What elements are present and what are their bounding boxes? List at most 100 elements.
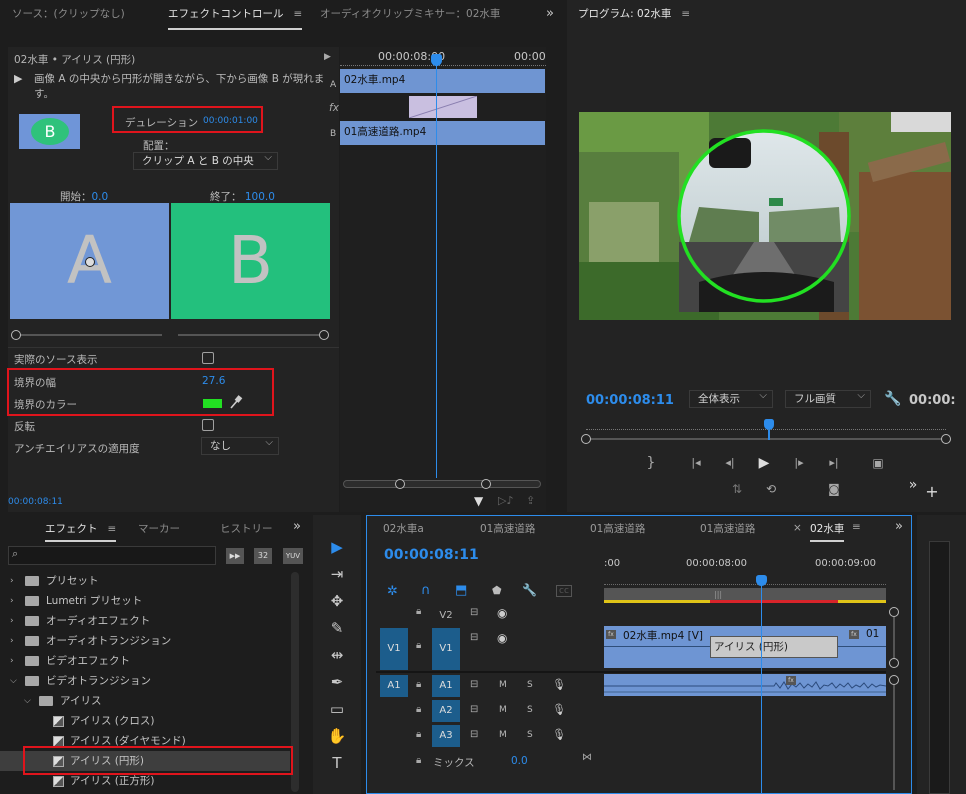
chevron-right-icon[interactable]: ›: [10, 651, 14, 671]
32bit-effects-button[interactable]: 32: [254, 548, 272, 564]
menu-icon[interactable]: ≡: [294, 0, 303, 28]
effects-tree-item[interactable]: › Lumetri プリセット: [0, 591, 290, 611]
end-slider-track[interactable]: [178, 334, 324, 336]
clip-a1[interactable]: fx: [604, 674, 886, 696]
a3-mute-button[interactable]: M: [499, 730, 507, 740]
effects-overflow-icon[interactable]: »: [293, 519, 301, 534]
v2-sync-icon[interactable]: ⊟: [470, 607, 478, 618]
transition-on-timeline[interactable]: アイリス (円形): [710, 636, 838, 658]
selection-tool-icon[interactable]: ▶: [326, 536, 348, 558]
close-tab-icon[interactable]: ×: [793, 522, 802, 534]
chevron-right-icon[interactable]: ›: [10, 591, 14, 611]
track-a3-label[interactable]: A3: [432, 725, 460, 747]
a2-lock-icon[interactable]: 🔒︎: [416, 704, 421, 715]
source-a1-patch[interactable]: A1: [380, 675, 408, 697]
insert-button[interactable]: ▣: [867, 452, 889, 474]
mix-lock-icon[interactable]: 🔒︎: [416, 755, 421, 766]
menu-icon[interactable]: ≡: [852, 521, 861, 533]
a-scroll-handle[interactable]: [889, 675, 899, 685]
camera-icon[interactable]: ◙: [823, 478, 845, 500]
a2-mic-icon[interactable]: 🎙︎: [552, 703, 566, 716]
snap-icon[interactable]: ✲: [387, 584, 398, 599]
step-forward-button[interactable]: |▸: [788, 452, 810, 474]
track-v2-label[interactable]: V2: [432, 606, 460, 626]
mark-out-button[interactable]: }: [640, 452, 662, 474]
zoom-dropdown[interactable]: 全体表示: [689, 388, 773, 408]
chevron-down-icon[interactable]: ⌵: [24, 691, 31, 711]
center-handle-icon[interactable]: [85, 257, 95, 267]
razor-tool-icon[interactable]: ✎: [326, 617, 348, 639]
chevron-right-icon[interactable]: ›: [10, 611, 14, 631]
a2-solo-button[interactable]: S: [527, 705, 533, 715]
a2-sync-icon[interactable]: ⊟: [470, 704, 478, 715]
play-audio-icon[interactable]: ▷♪: [498, 494, 513, 507]
effects-tree-item[interactable]: ⌵ アイリス: [0, 691, 290, 711]
source-v1-patch[interactable]: V1: [380, 628, 408, 670]
a1-sync-icon[interactable]: ⊟: [470, 679, 478, 690]
a1-mic-icon[interactable]: 🎙︎: [552, 678, 566, 691]
rectangle-tool-icon[interactable]: ▭: [326, 698, 348, 720]
mini-zoom-right-handle[interactable]: [481, 479, 491, 489]
step-back-button[interactable]: ◂|: [719, 452, 741, 474]
a3-lock-icon[interactable]: 🔒︎: [416, 729, 421, 740]
sequence-tab[interactable]: 01高速道路: [480, 521, 535, 536]
program-playhead-icon[interactable]: [764, 419, 774, 430]
timeline-overflow-icon[interactable]: »: [895, 519, 903, 534]
track-select-tool-icon[interactable]: ⇥: [326, 563, 348, 585]
menu-icon[interactable]: ≡: [681, 0, 690, 28]
a3-solo-button[interactable]: S: [527, 730, 533, 740]
accelerated-effects-button[interactable]: ▶▶: [226, 548, 244, 564]
menu-icon[interactable]: ≡: [108, 518, 117, 540]
effects-search-input[interactable]: [8, 546, 216, 565]
effects-tree-item[interactable]: ⌵ ビデオトランジション: [0, 671, 290, 691]
a3-sync-icon[interactable]: ⊟: [470, 729, 478, 740]
start-value[interactable]: 0.0: [92, 191, 109, 203]
mini-zoom-bar[interactable]: [343, 480, 541, 488]
filter-icon[interactable]: ▼: [474, 494, 483, 508]
go-to-out-button[interactable]: ▸|: [823, 452, 845, 474]
end-value[interactable]: 100.0: [245, 191, 275, 203]
chevron-down-icon[interactable]: ⌵: [10, 671, 17, 691]
export-icon[interactable]: ⇪: [526, 494, 535, 507]
effects-tree-item[interactable]: › オーディオエフェクト: [0, 611, 290, 631]
tab-audio-clip-mixer[interactable]: オーディオクリップミキサー：02水車: [320, 0, 500, 28]
add-marker-icon[interactable]: ⬟: [492, 584, 502, 597]
a3-mic-icon[interactable]: 🎙︎: [552, 728, 566, 741]
sequence-tab[interactable]: 01高速道路: [590, 521, 645, 536]
type-tool-icon[interactable]: T: [326, 752, 348, 774]
mini-playhead-icon[interactable]: [431, 54, 442, 66]
panel-overflow-icon[interactable]: »: [546, 0, 554, 28]
collapse-arrow-icon[interactable]: ▶: [324, 52, 331, 62]
timeline-timecode[interactable]: 00:00:08:11: [384, 547, 479, 563]
a1-solo-button[interactable]: S: [527, 680, 533, 690]
start-slider-handle[interactable]: [11, 330, 21, 340]
tab-history[interactable]: ヒストリー: [220, 518, 273, 540]
sequence-tab[interactable]: 01高速道路: [700, 521, 755, 536]
preview-b[interactable]: B: [171, 203, 330, 319]
track-v1-label[interactable]: V1: [432, 628, 460, 670]
alignment-dropdown[interactable]: クリップ A と B の中央: [133, 150, 278, 170]
quality-dropdown[interactable]: フル画質: [785, 388, 871, 408]
ripple-edit-tool-icon[interactable]: ✥: [326, 590, 348, 612]
a2-mute-button[interactable]: M: [499, 705, 507, 715]
show-actual-sources-checkbox[interactable]: [202, 352, 214, 364]
sequence-tab[interactable]: 02水車a: [383, 521, 424, 536]
tab-effects[interactable]: エフェクト ≡: [45, 518, 117, 542]
effects-tree-item[interactable]: › プリセット: [0, 571, 290, 591]
end-slider-handle[interactable]: [319, 330, 329, 340]
start-slider-track[interactable]: [16, 334, 162, 336]
mini-clip-b[interactable]: 01高速道路.mp4: [340, 121, 545, 145]
scrub-left-handle[interactable]: [581, 434, 591, 444]
linked-selection-icon[interactable]: ∩: [421, 583, 431, 598]
v-scroll-bottom-handle[interactable]: [889, 658, 899, 668]
hand-tool-icon[interactable]: ✋: [326, 725, 348, 747]
wrench-icon[interactable]: 🔧: [884, 391, 901, 407]
sequence-tab[interactable]: 02水車: [810, 521, 845, 542]
program-timecode[interactable]: 00:00:08:11: [586, 393, 674, 408]
insert-nest-icon[interactable]: ⬒: [455, 583, 467, 598]
captions-icon[interactable]: cc: [556, 585, 572, 597]
scrub-right-handle[interactable]: [941, 434, 951, 444]
a-scroll-track[interactable]: [893, 685, 895, 790]
mini-zoom-left-handle[interactable]: [395, 479, 405, 489]
effects-tree-item[interactable]: › オーディオトランジション: [0, 631, 290, 651]
